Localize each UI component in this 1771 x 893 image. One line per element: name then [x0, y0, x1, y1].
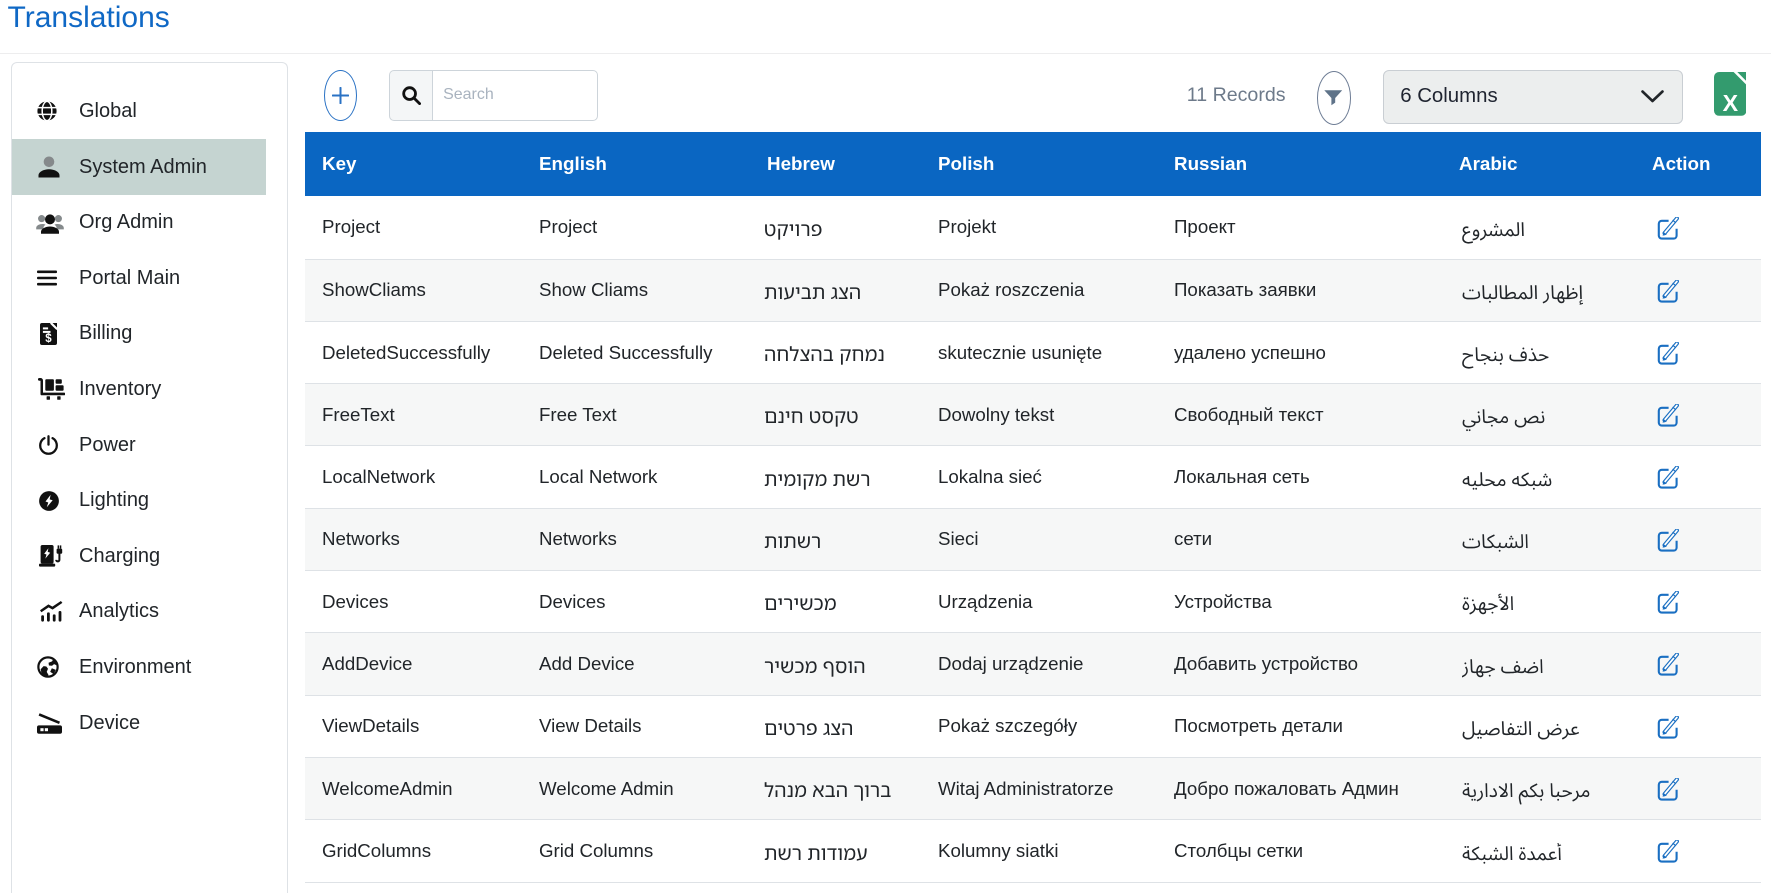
- svg-text:$: $: [45, 333, 52, 345]
- svg-text:X: X: [1722, 90, 1738, 116]
